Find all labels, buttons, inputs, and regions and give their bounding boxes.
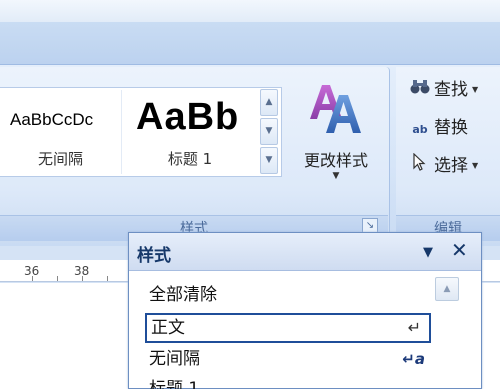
replace-icon: ab [412,123,428,136]
gallery-scroll-up-button[interactable]: ▲ [260,89,278,116]
change-styles-label: 更改样式 [303,151,368,170]
close-icon[interactable]: ✕ [451,239,468,261]
style-item-label: 正文 [151,318,185,338]
title-bar [0,0,500,22]
binoculars-icon [406,75,434,105]
style-item-normal[interactable]: 正文 ↵ [145,313,431,343]
select-label: 选择 [434,156,468,176]
select-button[interactable]: 选择 ▼ [406,151,500,181]
styles-pane: 样式 ▼ ✕ 全部清除 正文 ↵ 无间隔 ↵a 标题 1 ▲ [128,232,482,389]
ruler-tick [107,276,108,281]
ruler-tick [32,276,33,281]
gallery-scroll-down-button[interactable]: ▼ [260,118,278,145]
linked-style-icon: ↵a [402,350,425,368]
style-item-heading-1[interactable]: 标题 1 [145,375,431,389]
styles-group: AaBbCcDc 无间隔 AaBb 标题 1 ▲ ▼ ▼ 更改样式 ▼ 样式 ↘ [0,67,390,243]
editing-group: 查找 ▼ ab 替换 选择 ▼ 编辑 [396,67,500,243]
style-label: 标题 1 [167,150,213,168]
chevron-down-icon: ▼ [472,85,479,94]
style-item-label: 全部清除 [149,285,217,305]
scroll-up-icon[interactable]: ▲ [435,277,459,301]
gallery-scroll: ▲ ▼ ▼ [258,88,280,176]
paragraph-mark-icon: ↵ [407,318,421,337]
chevron-down-icon: ▼ [472,161,479,170]
style-preview: AaBbCcDc [10,110,94,129]
style-tile-heading-1[interactable]: AaBb 标题 1 [128,90,252,174]
ruler-tick [82,276,83,281]
style-preview: AaBb [136,96,240,138]
replace-label: 替换 [434,118,468,138]
pane-menu-icon[interactable]: ▼ [423,245,433,260]
ribbon: AaBbCcDc 无间隔 AaBb 标题 1 ▲ ▼ ▼ 更改样式 ▼ 样式 ↘… [0,64,500,246]
style-item-no-spacing[interactable]: 无间隔 ↵a [145,345,431,375]
ruler-tick [57,276,58,281]
change-styles-icon [310,85,361,133]
style-tile-no-spacing[interactable]: AaBbCcDc 无间隔 [0,90,122,174]
style-item-label: 标题 1 [149,379,200,389]
find-label: 查找 [434,80,468,100]
styles-pane-title: 样式 [137,246,171,266]
styles-list-scrollbar[interactable]: ▲ [435,277,459,389]
change-styles-button[interactable]: 更改样式 ▼ [288,71,384,191]
find-button[interactable]: 查找 ▼ [406,75,500,105]
style-item-clear-all[interactable]: 全部清除 [145,281,431,311]
ribbon-tab-strip [0,22,500,64]
cursor-arrow-icon [406,151,434,181]
chevron-down-icon: ▼ [332,171,340,181]
quick-styles-gallery: AaBbCcDc 无间隔 AaBb 标题 1 ▲ ▼ ▼ [0,87,282,177]
styles-pane-header: 样式 ▼ ✕ [129,233,481,271]
gallery-more-button[interactable]: ▼ [260,147,278,174]
styles-list: 全部清除 正文 ↵ 无间隔 ↵a 标题 1 ▲ [129,271,481,389]
style-label: 无间隔 [37,150,83,168]
style-item-label: 无间隔 [149,349,200,369]
replace-button[interactable]: ab 替换 [406,113,500,143]
